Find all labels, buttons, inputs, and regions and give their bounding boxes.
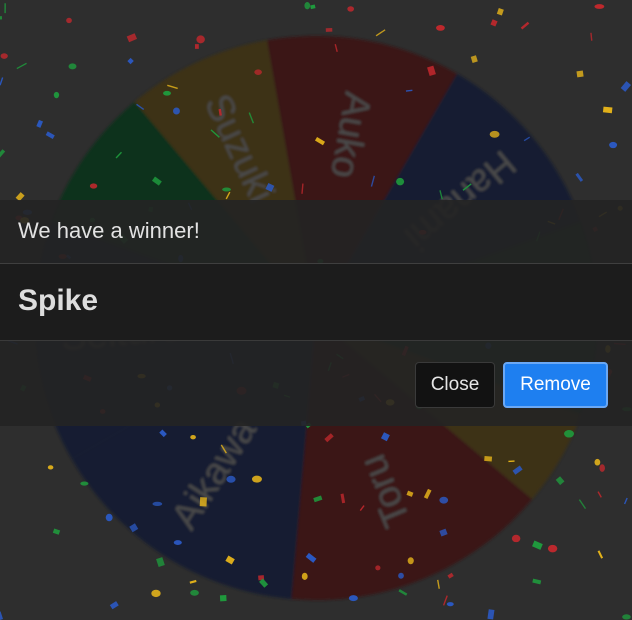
dialog-body: Spike: [0, 264, 632, 341]
remove-button[interactable]: Remove: [503, 362, 608, 408]
dialog-header: We have a winner!: [0, 200, 632, 264]
dialog-footer: Close Remove: [0, 341, 632, 426]
close-button[interactable]: Close: [415, 362, 495, 408]
winner-dialog: We have a winner! Spike Close Remove: [0, 200, 632, 426]
dialog-title: We have a winner!: [18, 218, 200, 243]
winner-name: Spike: [18, 284, 99, 317]
